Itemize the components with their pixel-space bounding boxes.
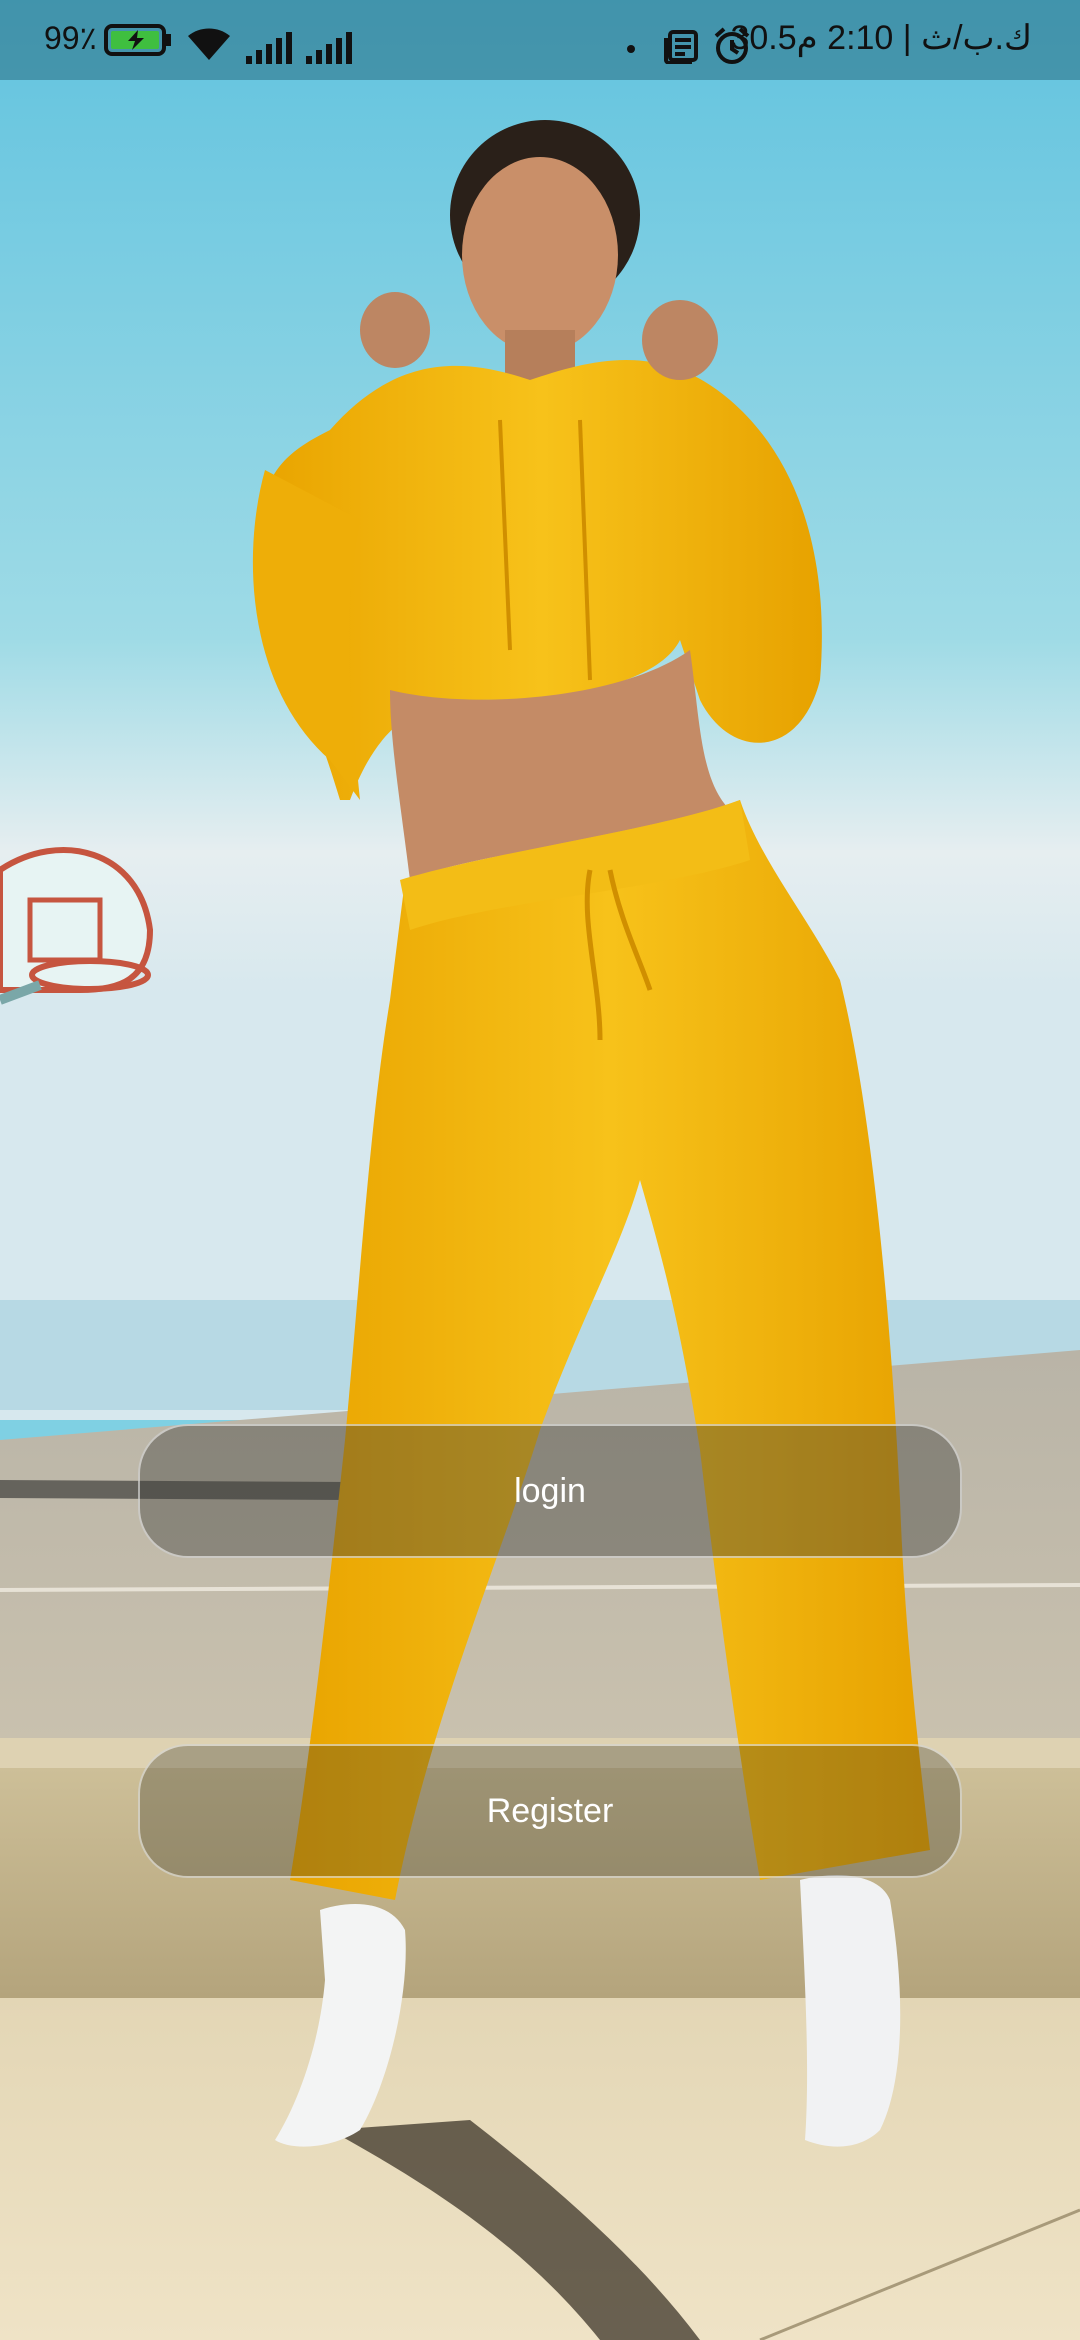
background-photo xyxy=(0,0,1080,2340)
register-button-label: Register xyxy=(486,1791,614,1830)
signal-icon xyxy=(306,32,352,64)
signal-icon xyxy=(246,32,292,64)
login-screen: 99٪ 30.5ك.ب/ث | 2:10 م login Register xyxy=(0,0,1080,2340)
wifi-icon xyxy=(188,28,230,60)
login-button-label: login xyxy=(514,1471,586,1510)
register-button[interactable]: Register xyxy=(138,1744,962,1878)
login-button[interactable]: login xyxy=(138,1424,962,1558)
news-icon xyxy=(664,30,698,64)
battery-percent: 99٪ xyxy=(44,20,97,56)
dot-icon xyxy=(627,45,635,53)
status-time-and-speed: 30.5ك.ب/ث | 2:10 م xyxy=(730,19,1032,57)
status-bar: 99٪ 30.5ك.ب/ث | 2:10 م xyxy=(0,0,1080,80)
battery-charging-icon xyxy=(104,24,171,56)
